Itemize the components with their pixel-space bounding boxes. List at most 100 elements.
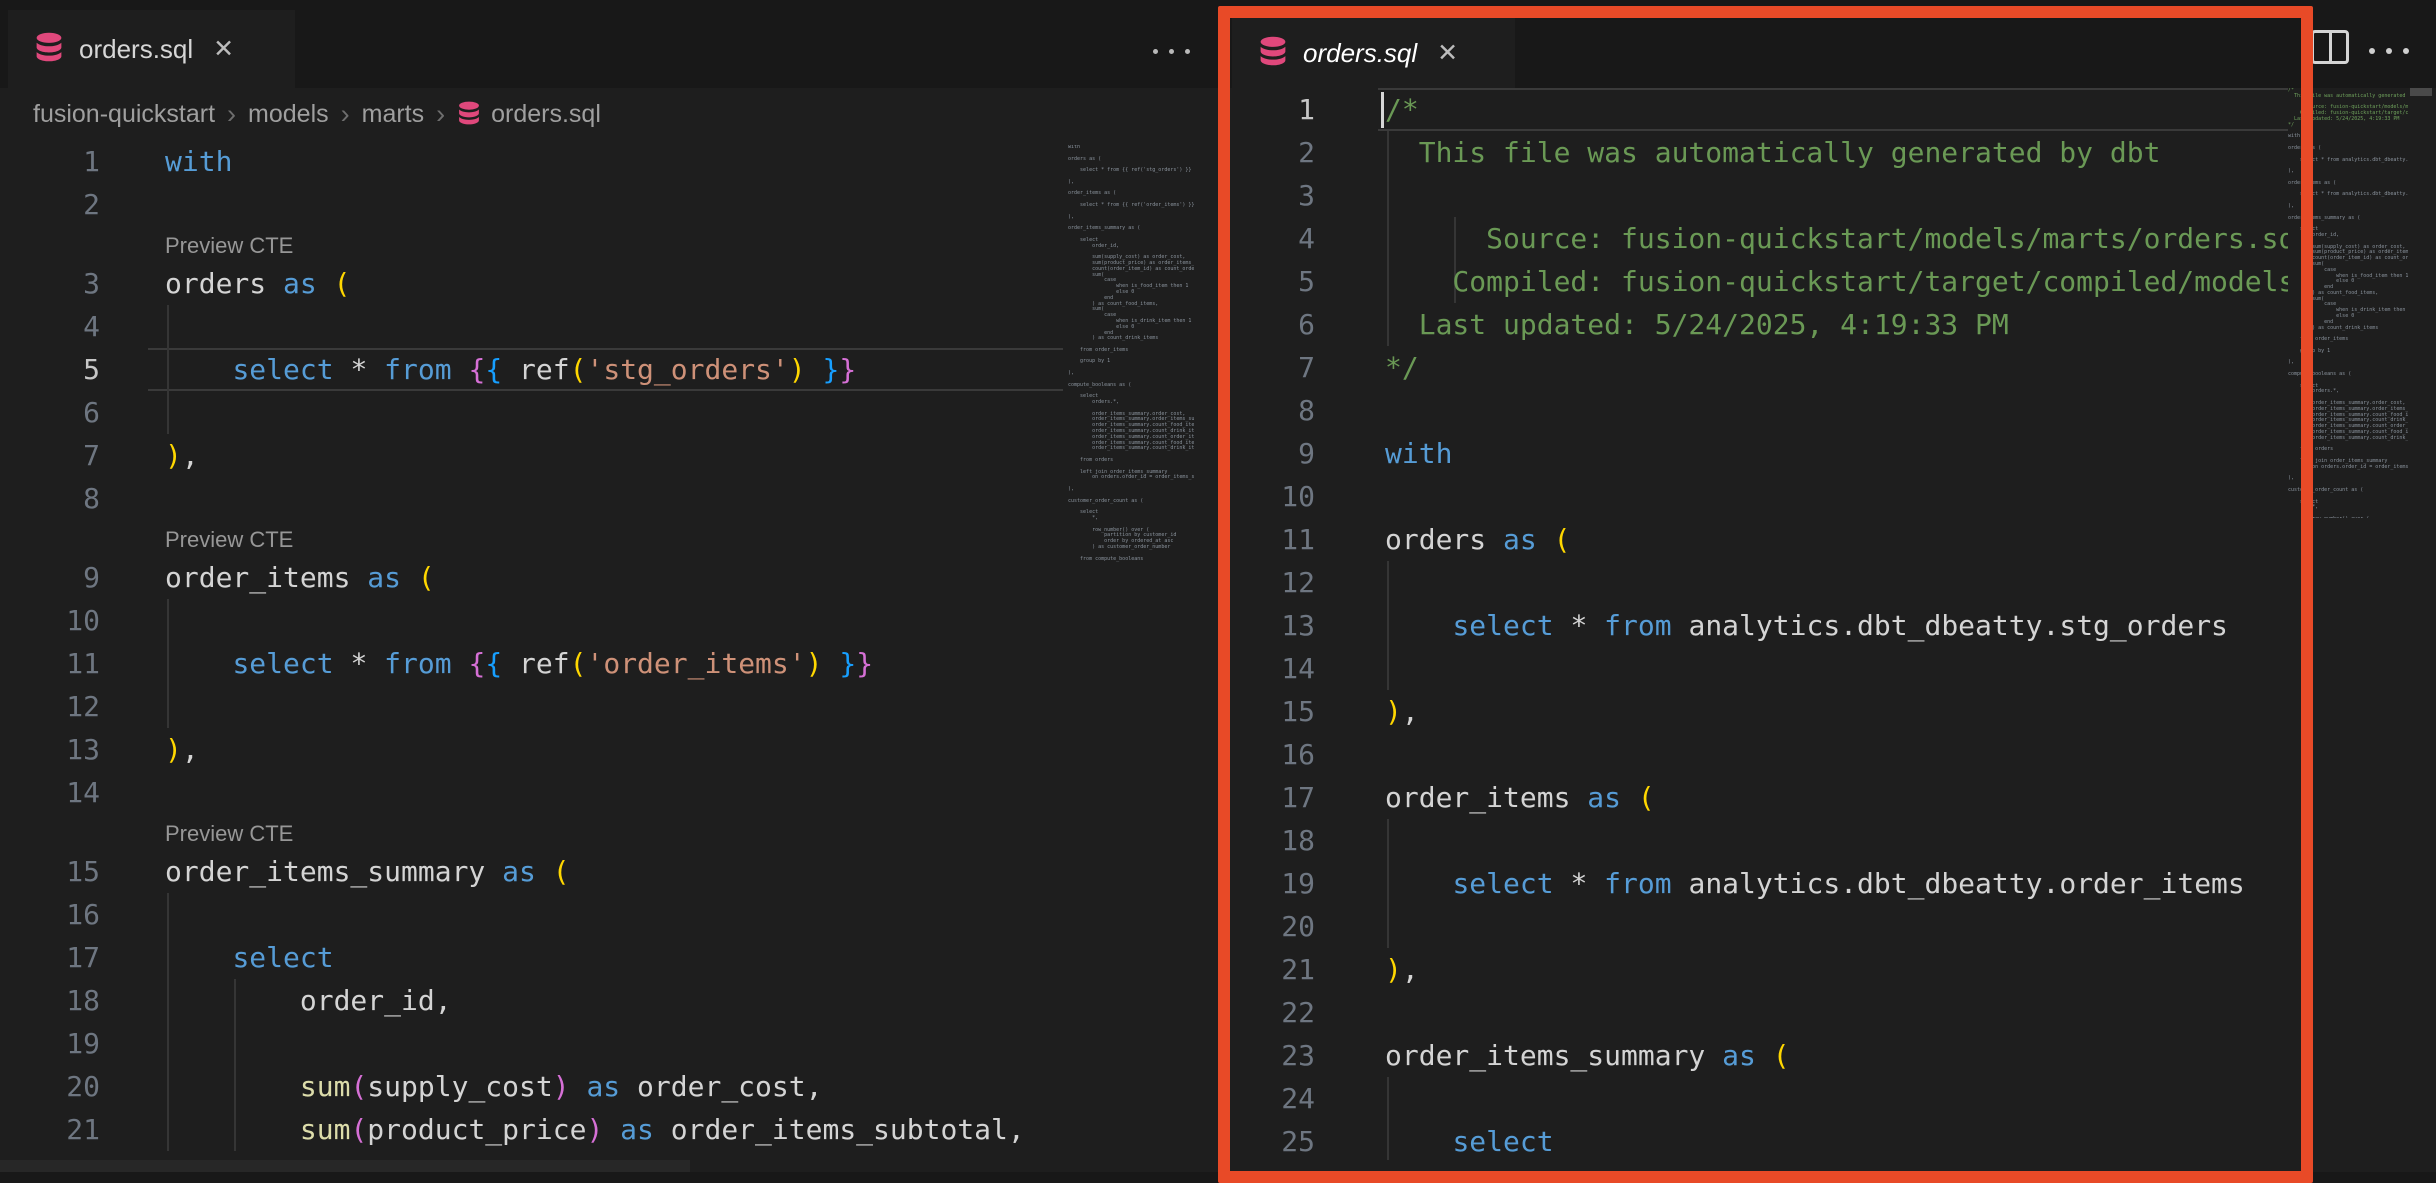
code-line[interactable]: 25 select (1232, 1120, 2288, 1160)
indent-guide (167, 305, 169, 348)
close-icon[interactable]: ✕ (213, 34, 234, 64)
code-line[interactable]: 2 (0, 183, 1068, 226)
indent-guide (167, 893, 169, 936)
line-number: 21 (1232, 948, 1315, 991)
code-line[interactable]: 19 (0, 1022, 1068, 1065)
minimap-line: This file was automatically generated by… (2288, 94, 2408, 100)
vertical-scrollbar-thumb[interactable] (2410, 88, 2432, 96)
code-line[interactable]: 24 (1232, 1077, 2288, 1120)
code-line[interactable]: 16 (0, 893, 1068, 936)
code-line[interactable]: 22 (1232, 991, 2288, 1034)
code-line[interactable]: 10 (0, 599, 1068, 642)
breadcrumb-item-models[interactable]: models (248, 100, 329, 129)
line-number: 25 (1232, 1120, 1315, 1160)
code-line[interactable]: 23order_items_summary as ( (1232, 1034, 2288, 1077)
minimap[interactable]: with orders as ( select * from {{ ref('s… (1068, 145, 1194, 565)
code-line[interactable]: 6 Last updated: 5/24/2025, 4:19:33 PM (1232, 303, 2288, 346)
text-cursor (1381, 92, 1384, 128)
line-number: 10 (1232, 475, 1315, 518)
code-line[interactable]: 6 (0, 391, 1068, 434)
code-line[interactable]: 14 (0, 771, 1068, 814)
code-line[interactable]: 20 (1232, 905, 2288, 948)
breadcrumb: fusion-quickstart › models › marts › ord… (0, 88, 1205, 140)
code-line[interactable]: 9order_items as ( (0, 556, 1068, 599)
line-number: 1 (1232, 88, 1315, 131)
codelens-preview-cte[interactable]: Preview CTE (0, 527, 293, 552)
line-number: 17 (0, 936, 100, 979)
code-line[interactable]: 12 (0, 685, 1068, 728)
minimap-line: on orders.order_id = order_items_summary… (1068, 475, 1194, 481)
code-line[interactable]: 15), (1232, 690, 2288, 733)
code-line[interactable]: 7*/ (1232, 346, 2288, 389)
split-editor-icon[interactable] (2311, 30, 2349, 64)
code-line[interactable]: 21 sum(product_price) as order_items_sub… (0, 1108, 1068, 1151)
line-number: 20 (0, 1065, 100, 1108)
code-line[interactable]: 7), (0, 434, 1068, 477)
line-number: 6 (1232, 303, 1315, 346)
code-line[interactable]: 17 select (0, 936, 1068, 979)
code-line[interactable]: 8 (0, 477, 1068, 520)
minimap-line: order_items_summary.count_drink_items > … (1068, 446, 1194, 452)
line-number: 6 (0, 391, 100, 434)
code-line[interactable]: 4 Source: fusion-quickstart/models/marts… (1232, 217, 2288, 260)
code-line[interactable]: 18 order_id, (0, 979, 1068, 1022)
line-number: 3 (1232, 174, 1315, 217)
line-number: 7 (0, 434, 100, 477)
line-number: 12 (0, 685, 100, 728)
code-line[interactable]: 3orders as ( (0, 262, 1068, 305)
minimap[interactable]: /* This file was automatically generated… (2288, 88, 2408, 518)
line-number: 3 (0, 262, 100, 305)
code-line[interactable]: 1/* (1232, 88, 2288, 131)
indent-guide (1387, 905, 1389, 948)
line-number: 13 (1232, 604, 1315, 647)
breadcrumb-item-file[interactable]: orders.sql (491, 100, 601, 129)
line-number: 8 (1232, 389, 1315, 432)
line-number: 16 (1232, 733, 1315, 776)
code-line[interactable]: 2 This file was automatically generated … (1232, 131, 2288, 174)
code-line[interactable]: 11orders as ( (1232, 518, 2288, 561)
more-actions-icon[interactable] (1153, 49, 1190, 54)
code-line[interactable]: 1with (0, 140, 1068, 183)
minimap-line (1068, 562, 1194, 565)
minimap-line: select * from {{ ref('order_items') }} (1068, 203, 1194, 209)
code-line[interactable]: 21), (1232, 948, 2288, 991)
breadcrumb-item-project[interactable]: fusion-quickstart (33, 100, 215, 129)
code-line[interactable]: 15order_items_summary as ( (0, 850, 1068, 893)
code-line[interactable]: 8 (1232, 389, 2288, 432)
left-editor-group: orders.sql ✕ fusion-quickstart › models … (0, 0, 1205, 1172)
code-line[interactable]: 10 (1232, 475, 2288, 518)
horizontal-scrollbar[interactable] (0, 1160, 690, 1172)
code-line[interactable]: 13 select * from analytics.dbt_dbeatty.s… (1232, 604, 2288, 647)
line-number: 7 (1232, 346, 1315, 389)
code-line[interactable]: 12 (1232, 561, 2288, 604)
tab-orders-sql-compiled-preview[interactable]: orders.sql ✕ (1232, 18, 1515, 88)
line-number: 2 (0, 183, 100, 226)
code-line[interactable]: 5 Compiled: fusion-quickstart/target/com… (1232, 260, 2288, 303)
code-line[interactable]: 19 select * from analytics.dbt_dbeatty.o… (1232, 862, 2288, 905)
breadcrumb-item-marts[interactable]: marts (362, 100, 425, 129)
minimap-line: select * from analytics.dbt_dbeatty.stg_… (2288, 158, 2408, 164)
close-icon[interactable]: ✕ (1437, 38, 1458, 68)
line-number: 11 (1232, 518, 1315, 561)
code-line[interactable]: 5 select * from {{ ref('stg_orders') }} (0, 348, 1068, 391)
source-code-editor[interactable]: 1with2 Preview CTE 3orders as (45 select *… (0, 140, 1068, 1172)
line-number: 18 (0, 979, 100, 1022)
code-line[interactable]: 16 (1232, 733, 2288, 776)
line-number: 21 (0, 1108, 100, 1151)
code-line[interactable]: 18 (1232, 819, 2288, 862)
codelens-preview-cte[interactable]: Preview CTE (0, 821, 293, 846)
code-line[interactable]: 17order_items as ( (1232, 776, 2288, 819)
code-line[interactable]: 14 (1232, 647, 2288, 690)
code-line[interactable]: 9with (1232, 432, 2288, 475)
database-icon (457, 101, 481, 132)
code-line[interactable]: 3 (1232, 174, 2288, 217)
code-line[interactable]: 13), (0, 728, 1068, 771)
code-line[interactable]: 4 (0, 305, 1068, 348)
compiled-code-editor[interactable]: 1/*2 This file was automatically generat… (1232, 88, 2288, 1160)
tab-orders-sql-source[interactable]: orders.sql ✕ (8, 10, 295, 88)
tab-label: orders.sql (1303, 38, 1417, 69)
code-line[interactable]: 20 sum(supply_cost) as order_cost, (0, 1065, 1068, 1108)
more-actions-icon[interactable] (2369, 48, 2409, 54)
codelens-preview-cte[interactable]: Preview CTE (0, 233, 293, 258)
code-line[interactable]: 11 select * from {{ ref('order_items') }… (0, 642, 1068, 685)
